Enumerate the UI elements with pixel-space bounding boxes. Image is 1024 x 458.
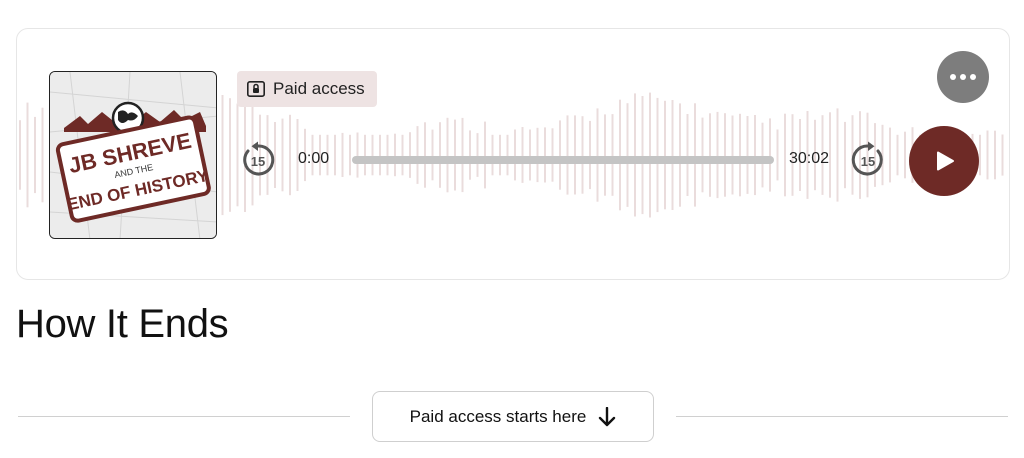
progress-bar[interactable] [352, 156, 774, 164]
ellipsis-icon [950, 74, 956, 80]
play-icon [937, 151, 954, 171]
paid-access-starts-button[interactable]: Paid access starts here [372, 391, 654, 442]
skip-back-button[interactable]: 15 [239, 141, 277, 179]
total-duration: 30:02 [789, 150, 830, 167]
skip-back-seconds: 15 [251, 154, 265, 169]
paid-access-label: Paid access [273, 79, 365, 98]
podcast-cover-art: JB SHREVE AND THE END OF HISTORY [49, 71, 217, 239]
arrow-down-icon [599, 406, 616, 426]
paid-access-badge: Paid access [237, 71, 377, 107]
skip-forward-seconds: 15 [861, 154, 875, 169]
forward-15-icon: 15 [851, 141, 883, 176]
divider-right [676, 416, 1008, 417]
play-button[interactable] [909, 126, 979, 196]
divider-left [18, 416, 350, 417]
current-time: 0:00 [298, 150, 330, 167]
episode-title: How It Ends [16, 302, 229, 346]
skip-forward-button[interactable]: 15 [849, 141, 887, 179]
more-options-button[interactable] [937, 51, 989, 103]
rewind-15-icon: 15 [243, 141, 275, 176]
paid-access-starts-label: Paid access starts here [409, 406, 587, 426]
lock-icon [247, 81, 265, 97]
audio-player-card: JB SHREVE AND THE END OF HISTORY Paid ac… [16, 28, 1010, 280]
